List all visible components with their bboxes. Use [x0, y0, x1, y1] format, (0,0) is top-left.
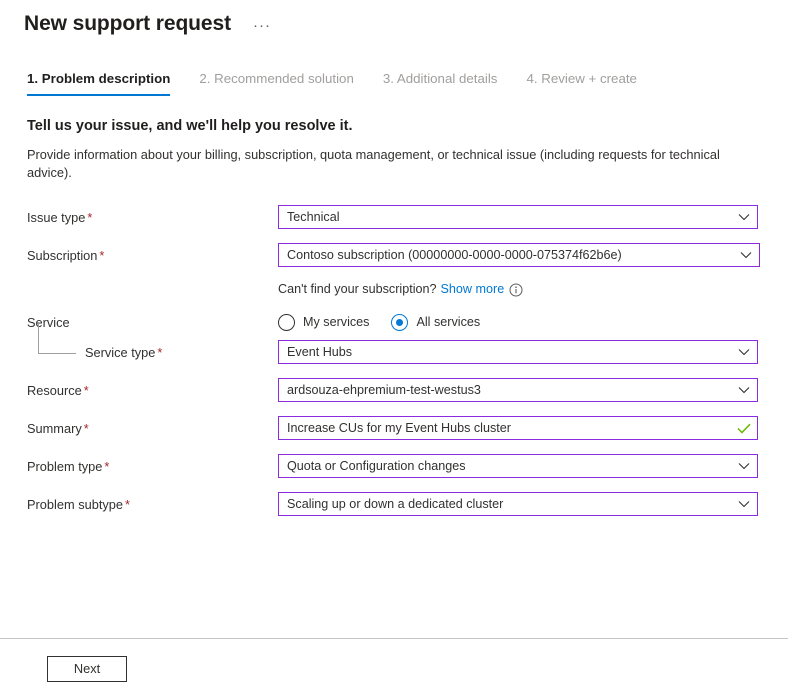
- field-row-summary: Summary * Increase CUs for my Event Hubs …: [27, 416, 788, 440]
- required-marker: *: [104, 458, 110, 474]
- tab-problem-description[interactable]: 1. Problem description: [27, 70, 171, 96]
- radio-circle-icon: [278, 313, 295, 331]
- resource-value: ardsouza-ehpremium-test-westus3: [287, 383, 481, 397]
- radio-circle-selected-icon: [391, 313, 409, 331]
- issue-type-label: Issue type *: [27, 209, 93, 225]
- problem-type-value: Quota or Configuration changes: [287, 459, 466, 473]
- intro-heading: Tell us your issue, and we'll help you r…: [27, 118, 353, 134]
- radio-my-services[interactable]: My services: [278, 313, 370, 331]
- issue-type-dropdown[interactable]: Technical: [278, 205, 758, 229]
- chevron-down-icon: [731, 462, 757, 470]
- chevron-down-icon: [731, 386, 757, 394]
- summary-input[interactable]: Increase CUs for my Event Hubs cluster: [278, 416, 758, 440]
- subscription-value: Contoso subscription (00000000-0000-0000…: [287, 248, 622, 262]
- tab-additional-details[interactable]: 3. Additional details: [383, 70, 498, 96]
- helper-spacer: [27, 281, 278, 298]
- footer-actions: Next: [0, 639, 788, 699]
- more-options-icon[interactable]: ···: [247, 17, 277, 35]
- support-request-form: Issue type * Technical Subscription * Cont…: [0, 205, 788, 516]
- page-title: New support request: [24, 12, 231, 35]
- checkmark-icon: [731, 423, 757, 434]
- tree-connector-icon: [38, 321, 76, 354]
- field-row-resource: Resource * ardsouza-ehpremium-test-westus…: [27, 378, 788, 402]
- chevron-down-icon: [733, 251, 759, 259]
- field-row-issue-type: Issue type * Technical: [27, 205, 788, 229]
- field-row-subscription: Subscription * Contoso subscription (0000…: [27, 243, 788, 267]
- helper-text: Can't find your subscription?: [278, 282, 437, 296]
- intro-description: Provide information about your billing, …: [27, 147, 720, 180]
- intro-section: Tell us your issue, and we'll help you r…: [0, 116, 788, 181]
- field-row-problem-subtype: Problem subtype * Scaling up or down a de…: [27, 492, 788, 516]
- subscription-label: Subscription *: [27, 247, 105, 263]
- service-type-value: Event Hubs: [287, 345, 353, 359]
- summary-label: Summary *: [27, 420, 89, 436]
- chevron-down-icon: [731, 213, 757, 221]
- subscription-helper: Can't find your subscription? Show more: [278, 281, 523, 298]
- chevron-down-icon: [731, 348, 757, 356]
- problem-subtype-label: Problem subtype *: [27, 496, 131, 512]
- radio-all-services-label: All services: [416, 314, 481, 329]
- wizard-tabstrip: 1. Problem description 2. Recommended so…: [0, 70, 788, 96]
- required-marker: *: [87, 209, 93, 225]
- radio-my-services-label: My services: [303, 314, 370, 329]
- required-marker: *: [157, 344, 163, 360]
- subscription-dropdown[interactable]: Contoso subscription (00000000-0000-0000…: [278, 243, 760, 267]
- radio-all-services[interactable]: All services: [391, 313, 481, 331]
- required-marker: *: [99, 247, 105, 263]
- issue-type-value: Technical: [287, 210, 340, 224]
- info-icon[interactable]: [509, 283, 523, 297]
- service-radio-group: My services All services: [278, 313, 502, 331]
- chevron-down-icon: [731, 500, 757, 508]
- required-marker: *: [83, 420, 89, 436]
- required-marker: *: [83, 382, 89, 398]
- service-type-dropdown[interactable]: Event Hubs: [278, 340, 758, 364]
- required-marker: *: [125, 496, 131, 512]
- field-row-service: Service My services All services: [27, 310, 788, 334]
- resource-label: Resource *: [27, 382, 89, 398]
- problem-subtype-dropdown[interactable]: Scaling up or down a dedicated cluster: [278, 492, 758, 516]
- tab-recommended-solution[interactable]: 2. Recommended solution: [199, 70, 353, 96]
- tab-review-create[interactable]: 4. Review + create: [526, 70, 637, 96]
- problem-subtype-value: Scaling up or down a dedicated cluster: [287, 497, 504, 511]
- resource-dropdown[interactable]: ardsouza-ehpremium-test-westus3: [278, 378, 758, 402]
- summary-value: Increase CUs for my Event Hubs cluster: [287, 421, 511, 435]
- subscription-helper-row: Can't find your subscription? Show more: [27, 281, 788, 298]
- problem-type-dropdown[interactable]: Quota or Configuration changes: [278, 454, 758, 478]
- page-header: New support request ···: [0, 0, 788, 42]
- service-type-label: Service type *: [27, 321, 278, 361]
- field-row-service-type: Service type * Event Hubs: [27, 321, 788, 364]
- show-more-link[interactable]: Show more: [441, 281, 505, 298]
- next-button[interactable]: Next: [47, 656, 127, 682]
- field-row-problem-type: Problem type * Quota or Configuration cha…: [27, 454, 788, 478]
- problem-type-label: Problem type *: [27, 458, 110, 474]
